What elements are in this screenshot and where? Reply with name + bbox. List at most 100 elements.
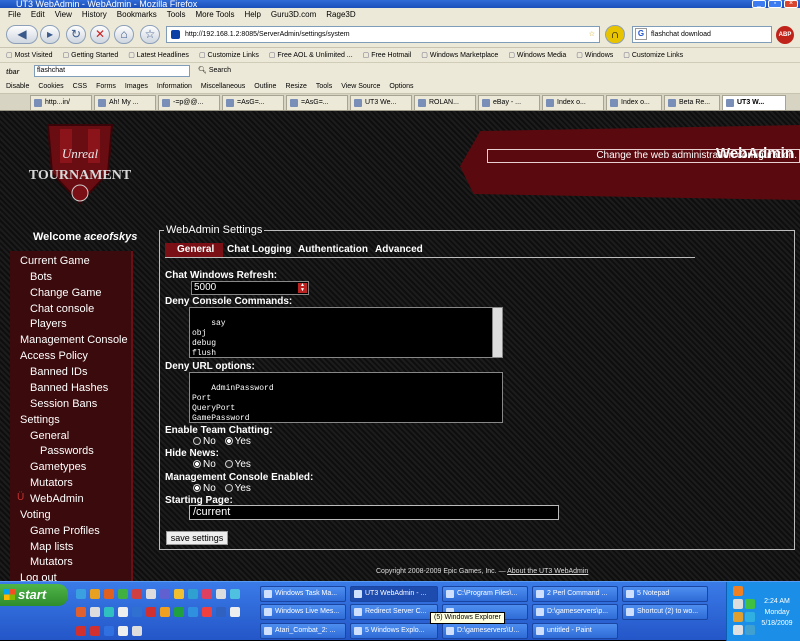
webdev-information[interactable]: Information	[157, 79, 192, 93]
bookmark-star-button[interactable]: ☆	[140, 25, 160, 44]
bookmark-star-icon[interactable]: ☆	[589, 27, 595, 42]
quicklaunch-icon[interactable]	[202, 589, 212, 599]
sidebar-item-gametypes[interactable]: Gametypes	[30, 461, 86, 473]
sidebar-item-access-policy[interactable]: Access Policy	[20, 350, 88, 362]
bookmark-item[interactable]: Windows	[576, 48, 613, 62]
webdev-miscellaneous[interactable]: Miscellaneous	[201, 79, 245, 93]
search-bar[interactable]: G flashchat download	[632, 26, 772, 43]
sidebar-item-mutators[interactable]: Mutators	[30, 477, 73, 489]
mgmt-console-yes-radio[interactable]	[224, 484, 233, 492]
tray-icon[interactable]	[745, 612, 755, 622]
bookmark-item[interactable]: Free AOL & Unlimited ...	[269, 48, 352, 62]
tray-icon[interactable]	[733, 586, 743, 596]
bookmark-item[interactable]: Most Visited	[6, 48, 53, 62]
system-clock[interactable]: 2:24 AM Monday 5/18/2009	[757, 596, 797, 629]
quicklaunch-icon[interactable]	[132, 589, 142, 599]
quicklaunch-icon[interactable]	[104, 626, 114, 636]
tab-advanced[interactable]: Advanced	[363, 243, 435, 257]
taskbar-button[interactable]: Windows Live Mes...	[260, 604, 346, 620]
quicklaunch-icon[interactable]	[146, 589, 156, 599]
browser-tab-active[interactable]: UT3 W...	[722, 95, 786, 110]
about-link[interactable]: About the UT3 WebAdmin	[507, 568, 588, 575]
forward-button[interactable]: ▸	[40, 25, 60, 44]
start-button[interactable]: start	[0, 584, 68, 606]
quicklaunch-icon[interactable]	[174, 589, 184, 599]
quicklaunch-icon[interactable]	[188, 589, 198, 599]
quicklaunch-icon[interactable]	[216, 607, 226, 617]
menu-rage3d[interactable]: Rage3D	[326, 8, 355, 22]
sidebar-item-chat-console[interactable]: Chat console	[30, 303, 94, 315]
spinner-arrows-icon[interactable]: ▲ ▼	[298, 283, 307, 293]
bookmark-item[interactable]: Free Hotmail	[363, 48, 411, 62]
sidebar-item-change-game[interactable]: Change Game	[30, 287, 102, 299]
sidebar-item-banned-ids[interactable]: Banned IDs	[30, 366, 87, 378]
quicklaunch-icon[interactable]	[146, 607, 156, 617]
quicklaunch-icon[interactable]	[132, 626, 142, 636]
close-icon[interactable]: ×	[784, 0, 798, 8]
bookmark-item[interactable]: Latest Headlines	[128, 48, 189, 62]
browser-tab[interactable]: -=p@@...	[158, 95, 220, 110]
sidebar-item-voting[interactable]: Voting	[20, 509, 51, 521]
taskbar-button[interactable]: 5 Notepad	[622, 586, 708, 602]
bookmark-item[interactable]: Getting Started	[63, 48, 118, 62]
quicklaunch-icon[interactable]	[104, 589, 114, 599]
quicklaunch-icon[interactable]	[90, 607, 100, 617]
sidebar-item-settings[interactable]: Settings	[20, 414, 60, 426]
taskbar-button[interactable]: C:\Program Files\...	[442, 586, 528, 602]
team-chat-yes-radio[interactable]	[224, 437, 233, 445]
starting-page-input[interactable]: /current	[189, 505, 559, 520]
webdev-outline[interactable]: Outline	[254, 79, 276, 93]
quicklaunch-icon[interactable]	[118, 607, 128, 617]
browser-tab[interactable]: eBay - ...	[478, 95, 540, 110]
chat-refresh-input[interactable]: 5000 ▲ ▼	[191, 281, 309, 295]
tray-icon[interactable]	[745, 625, 755, 635]
browser-tab[interactable]: Beta Re...	[664, 95, 720, 110]
sidebar-item-bots[interactable]: Bots	[30, 271, 52, 283]
deny-url-textarea[interactable]: AdminPassword Port QueryPort GamePasswor…	[189, 372, 503, 423]
tray-icon[interactable]	[745, 599, 755, 609]
menu-edit[interactable]: Edit	[31, 8, 45, 22]
taskbar-button[interactable]: Atari_Combat_2: ...	[260, 623, 346, 639]
webdev-css[interactable]: CSS	[73, 79, 87, 93]
browser-tab[interactable]: =AsG=...	[286, 95, 348, 110]
adblock-icon[interactable]: ABP	[776, 26, 794, 44]
quicklaunch-icon[interactable]	[90, 589, 100, 599]
webdev-options[interactable]: Options	[389, 79, 413, 93]
browser-tab[interactable]: =AsG=...	[222, 95, 284, 110]
taskbar-button[interactable]: 2 Perl Command ...	[532, 586, 618, 602]
menu-history[interactable]: History	[82, 8, 107, 22]
menu-file[interactable]: File	[8, 8, 21, 22]
home-button[interactable]: ⌂	[114, 25, 134, 44]
quicklaunch-icon[interactable]	[160, 589, 170, 599]
mgmt-console-no-radio[interactable]	[193, 484, 201, 492]
menu-tools[interactable]: Tools	[167, 8, 186, 22]
sidebar-item-current-game[interactable]: Current Game	[20, 255, 90, 267]
quicklaunch-icon[interactable]	[118, 626, 128, 636]
quicklaunch-icon[interactable]	[216, 589, 226, 599]
quicklaunch-icon[interactable]	[118, 589, 128, 599]
sidebar-item-passwords[interactable]: Passwords	[40, 445, 94, 457]
hide-news-no-radio[interactable]	[193, 460, 201, 468]
browser-tab[interactable]: http...in/	[30, 95, 92, 110]
menu-bookmarks[interactable]: Bookmarks	[117, 8, 157, 22]
browser-tab[interactable]: Index o...	[542, 95, 604, 110]
back-button[interactable]: ◀	[6, 25, 38, 44]
taskbar-button[interactable]: D:\gameservers\p...	[532, 604, 618, 620]
taskbar-button[interactable]: Shortcut (2) to wo...	[622, 604, 708, 620]
quicklaunch-icon[interactable]	[188, 607, 198, 617]
sidebar-item-voting-mutators[interactable]: Mutators	[30, 556, 73, 568]
reload-button[interactable]: ↻	[66, 25, 86, 44]
minimize-icon[interactable]: _	[752, 0, 766, 8]
sidebar-item-webadmin[interactable]: WebAdmin	[30, 493, 84, 505]
sidebar-item-management-console[interactable]: Management Console	[20, 334, 128, 346]
taskbar-button[interactable]: D:\gameservers\U...	[442, 623, 528, 639]
quicklaunch-icon[interactable]	[174, 607, 184, 617]
bookmark-item[interactable]: Windows Marketplace	[421, 48, 498, 62]
quicklaunch-icon[interactable]	[202, 607, 212, 617]
webdev-disable[interactable]: Disable	[6, 79, 29, 93]
quicklaunch-icon[interactable]	[76, 589, 86, 599]
webdev-forms[interactable]: Forms	[96, 79, 116, 93]
webdev-resize[interactable]: Resize	[285, 79, 306, 93]
taskbar-button[interactable]: untitled - Paint	[532, 623, 618, 639]
webdev-view-source[interactable]: View Source	[341, 79, 380, 93]
